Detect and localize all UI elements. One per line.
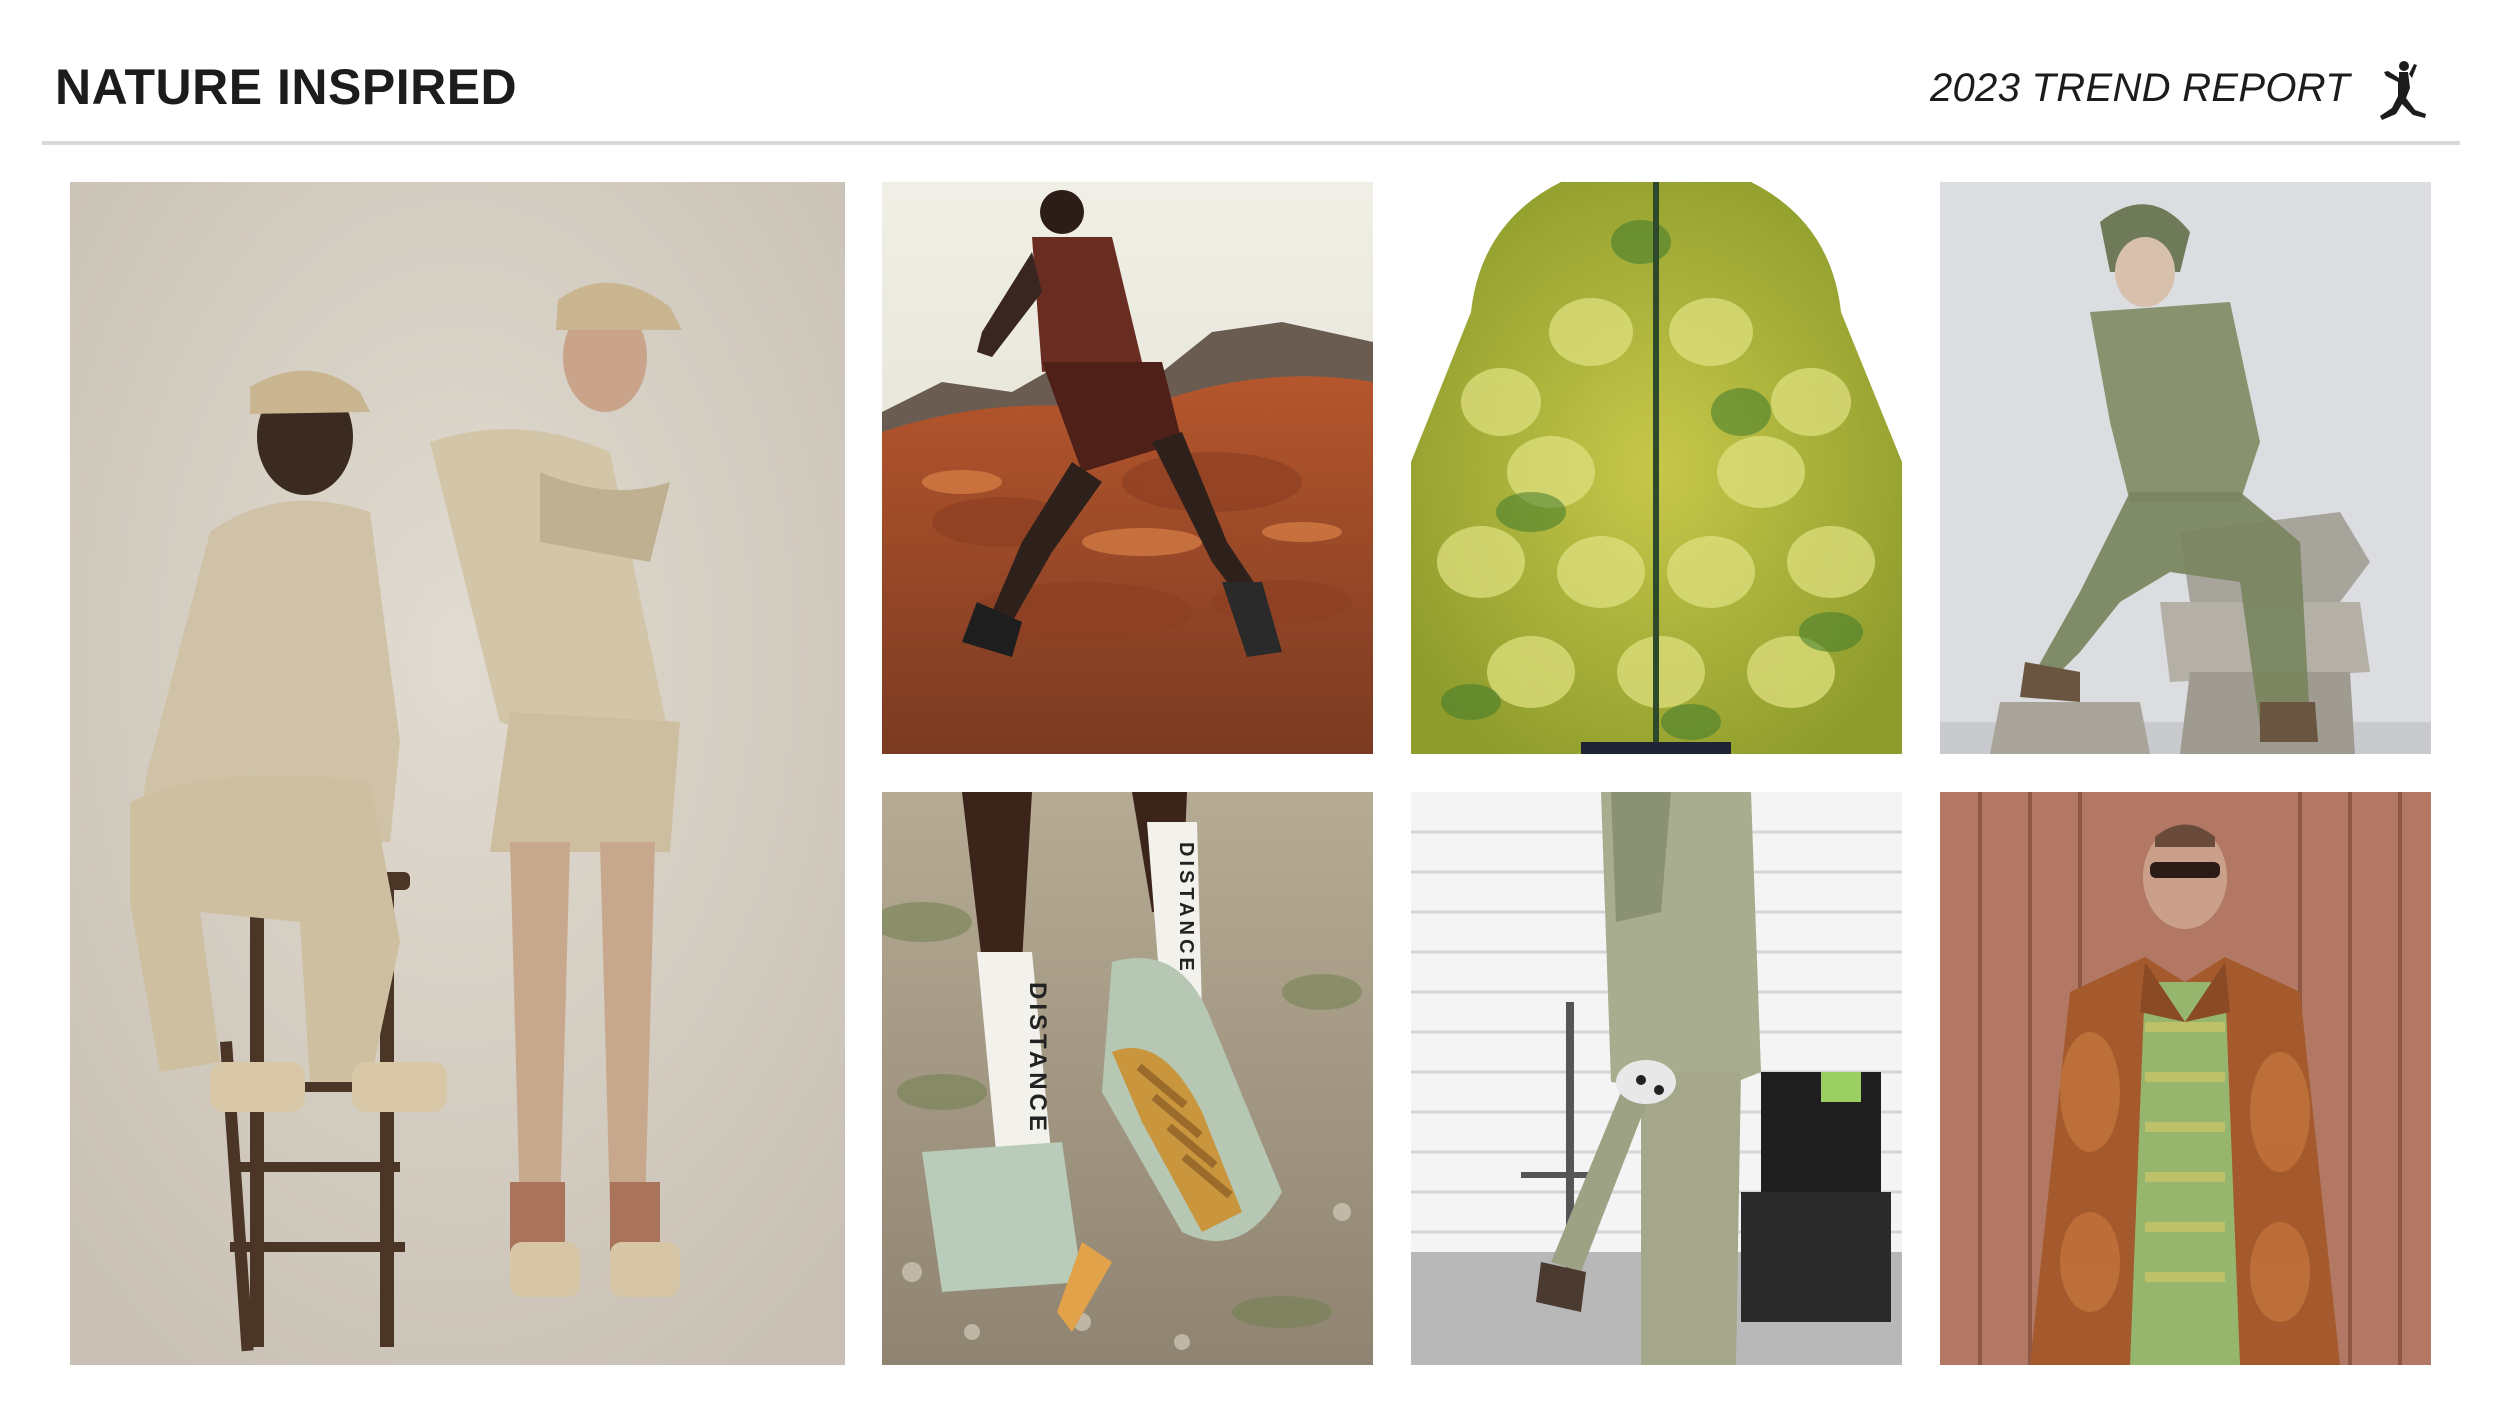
photo-rust-suede-jacket <box>1940 792 2431 1365</box>
report-label: 2023 TREND REPORT <box>1929 66 2350 110</box>
jumpman-logo-icon <box>2380 61 2426 120</box>
header-divider <box>42 141 2460 145</box>
photo-sheer-green-jumpsuit <box>1940 182 2431 754</box>
photo-dirty-wash-suit <box>1411 792 1902 1365</box>
photo-green-tie-dye-puffer <box>1411 182 1902 754</box>
photo-couple-neutral-sweats <box>70 182 845 1365</box>
photo-distance-socks-trail-shoes: DISTANCE DISTANCE <box>882 792 1373 1365</box>
sock-text-distance-rear: DISTANCE <box>1175 842 1197 975</box>
page-title: NATURE INSPIRED <box>55 59 518 115</box>
photo-runner-red-rocks <box>882 182 1373 754</box>
sock-text-distance: DISTANCE <box>1024 982 1051 1135</box>
